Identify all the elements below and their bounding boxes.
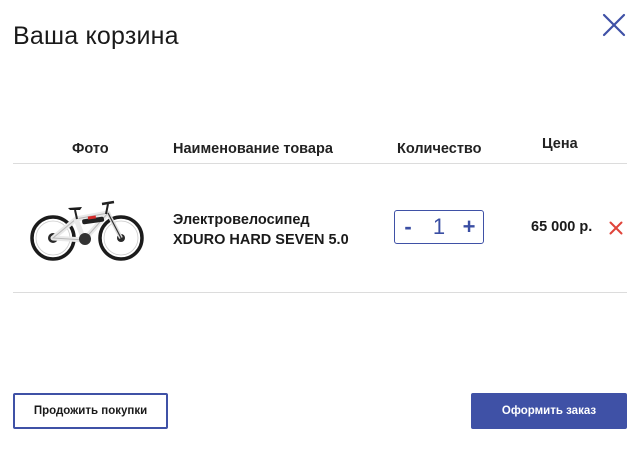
modal-title: Ваша корзина	[13, 22, 179, 50]
header-price: Цена	[542, 136, 578, 152]
close-icon	[602, 13, 626, 37]
quantity-stepper: - 1 +	[394, 210, 484, 244]
cart-modal: Ваша корзина Фото Наименование товара Ко…	[0, 0, 640, 457]
product-name[interactable]: Электровелосипед XDURO HARD SEVEN 5.0	[173, 210, 349, 250]
product-name-line2: XDURO HARD SEVEN 5.0	[173, 232, 349, 248]
table-divider-bottom	[13, 292, 627, 293]
checkout-button[interactable]: Оформить заказ	[471, 393, 627, 429]
product-name-line1: Электровелосипед	[173, 212, 310, 228]
increase-quantity-button[interactable]: +	[457, 211, 481, 243]
header-quantity: Количество	[397, 141, 482, 157]
header-name: Наименование товара	[173, 141, 333, 157]
remove-icon	[609, 221, 623, 235]
bicycle-image	[26, 192, 148, 264]
quantity-value[interactable]: 1	[425, 211, 453, 243]
close-button[interactable]	[601, 12, 627, 38]
remove-item-button[interactable]	[609, 221, 623, 235]
decrease-quantity-button[interactable]: -	[397, 211, 419, 243]
table-divider-top	[13, 163, 627, 164]
continue-shopping-button[interactable]: Продожить покупки	[13, 393, 168, 429]
product-price: 65 000 р.	[531, 219, 593, 235]
header-photo: Фото	[72, 141, 109, 157]
